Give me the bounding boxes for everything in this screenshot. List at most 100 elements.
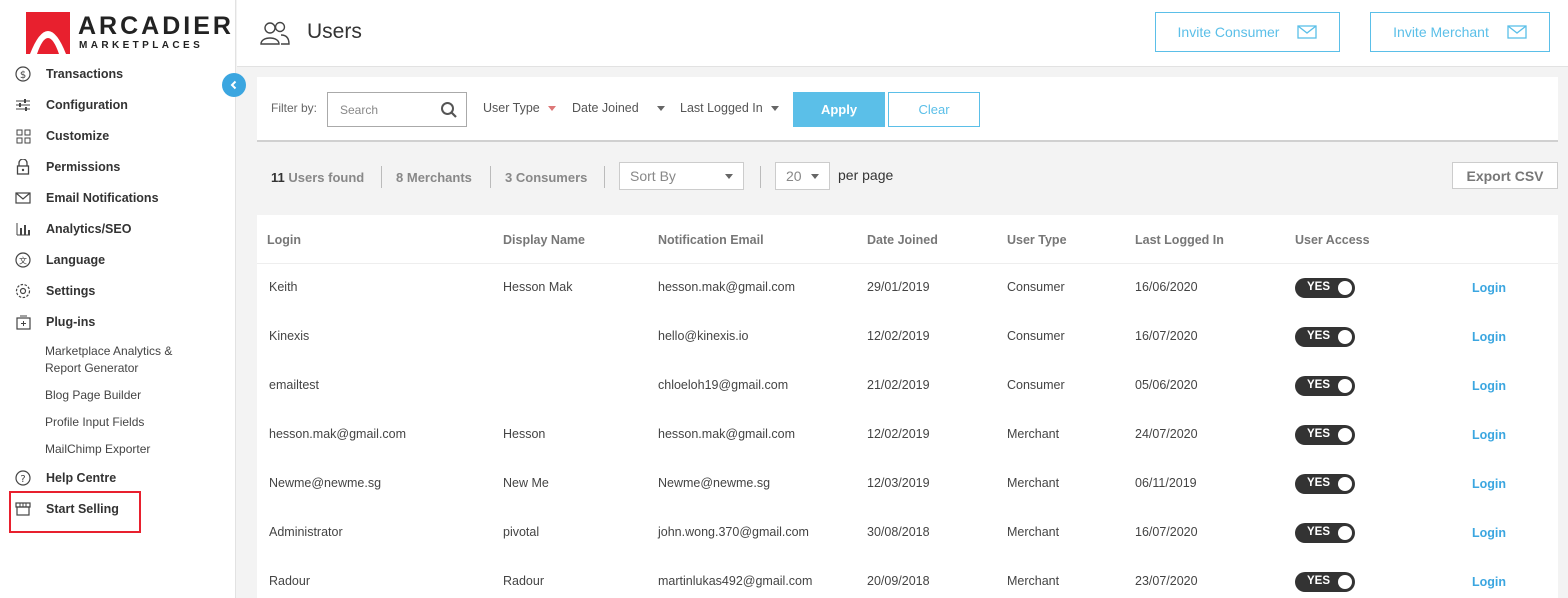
login-as-user-link[interactable]: Login <box>1472 281 1506 295</box>
cell-date-joined: 30/08/2018 <box>867 525 930 539</box>
translate-icon: 文 <box>14 251 32 269</box>
cell-login: Radour <box>269 574 310 588</box>
cell-last-logged-in: 16/07/2020 <box>1135 525 1198 539</box>
cell-last-logged-in: 24/07/2020 <box>1135 427 1198 441</box>
lock-icon <box>14 158 32 176</box>
search-input[interactable] <box>328 93 428 126</box>
user-access-toggle[interactable]: YES <box>1295 327 1355 347</box>
chevron-down-icon <box>725 173 733 179</box>
sidebar-item-label: Help Centre <box>46 471 117 485</box>
arcadier-logo[interactable]: ARCADIER MARKETPLACES <box>26 12 231 54</box>
user-access-toggle[interactable]: YES <box>1295 523 1355 543</box>
sidebar: ARCADIER MARKETPLACES $ Transactions Con… <box>0 0 236 598</box>
login-as-user-link[interactable]: Login <box>1472 330 1506 344</box>
sidebar-collapse-button[interactable] <box>222 73 246 97</box>
sidebar-item-email-notifications[interactable]: Email Notifications <box>14 187 224 209</box>
column-header-display-name[interactable]: Display Name <box>503 233 585 247</box>
column-header-last-logged-in[interactable]: Last Logged In <box>1135 233 1224 247</box>
grid-icon <box>14 127 32 145</box>
cell-email: hello@kinexis.io <box>658 329 749 343</box>
invite-merchant-label: Invite Merchant <box>1393 24 1489 40</box>
user-type-dropdown[interactable]: User Type <box>483 101 556 115</box>
consumers-count-filter[interactable]: 3 Consumers <box>505 170 587 185</box>
login-as-user-link[interactable]: Login <box>1472 477 1506 491</box>
user-access-toggle[interactable]: YES <box>1295 572 1355 592</box>
envelope-icon <box>1297 25 1318 39</box>
sidebar-item-label: Settings <box>46 284 96 298</box>
toggle-knob <box>1338 428 1352 442</box>
divider <box>760 166 761 188</box>
sidebar-item-transactions[interactable]: $ Transactions <box>14 63 224 85</box>
cell-date-joined: 20/09/2018 <box>867 574 930 588</box>
sidebar-item-settings[interactable]: Settings <box>14 280 224 302</box>
sidebar-item-help-centre[interactable]: ? Help Centre <box>14 467 224 489</box>
logo-wordmark: ARCADIER <box>78 12 234 40</box>
last-logged-in-dropdown[interactable]: Last Logged In <box>680 101 779 115</box>
sidebar-plugin-marketplace-analytics[interactable]: Marketplace Analytics & Report Generator <box>45 343 185 377</box>
user-access-toggle[interactable]: YES <box>1295 278 1355 298</box>
users-found-count: 11 Users found <box>271 170 364 185</box>
apply-button[interactable]: Apply <box>793 92 885 127</box>
cell-display-name: pivotal <box>503 525 540 539</box>
user-access-toggle[interactable]: YES <box>1295 376 1355 396</box>
search-icon[interactable] <box>440 101 458 122</box>
merchants-count-filter[interactable]: 8 Merchants <box>396 170 472 185</box>
cell-login: Kinexis <box>269 329 310 343</box>
login-as-user-link[interactable]: Login <box>1472 526 1506 540</box>
gear-icon <box>14 282 32 300</box>
column-header-login[interactable]: Login <box>267 233 301 247</box>
cell-login: Newme@newme.sg <box>269 476 382 490</box>
login-as-user-link[interactable]: Login <box>1472 428 1506 442</box>
sidebar-item-configuration[interactable]: Configuration <box>14 94 224 116</box>
user-access-toggle[interactable]: YES <box>1295 474 1355 494</box>
login-as-user-link[interactable]: Login <box>1472 379 1506 393</box>
export-csv-button[interactable]: Export CSV <box>1452 162 1558 189</box>
date-joined-dropdown[interactable]: Date Joined <box>572 101 665 115</box>
svg-text:?: ? <box>20 474 25 485</box>
cell-email: Newme@newme.sg <box>658 476 771 490</box>
last-logged-in-label: Last Logged In <box>680 101 763 115</box>
invite-consumer-button[interactable]: Invite Consumer <box>1155 12 1340 52</box>
chevron-down-icon <box>547 105 556 111</box>
toggle-label: YES <box>1307 477 1331 489</box>
page-size-select[interactable]: 20 <box>775 162 830 190</box>
sidebar-item-customize[interactable]: Customize <box>14 125 224 147</box>
column-header-date-joined[interactable]: Date Joined <box>867 233 938 247</box>
clear-button[interactable]: Clear <box>888 92 980 127</box>
sidebar-item-analytics-seo[interactable]: Analytics/SEO <box>14 218 224 240</box>
invite-consumer-label: Invite Consumer <box>1177 24 1280 40</box>
sidebar-item-language[interactable]: 文 Language <box>14 249 224 271</box>
cell-login: hesson.mak@gmail.com <box>269 427 407 441</box>
sidebar-plugin-blog-page-builder[interactable]: Blog Page Builder <box>45 387 141 404</box>
sidebar-item-label: Transactions <box>46 67 124 81</box>
start-selling-highlight-box <box>9 491 141 533</box>
column-header-user-access[interactable]: User Access <box>1295 233 1370 247</box>
toggle-label: YES <box>1307 379 1331 391</box>
cell-email: hesson.mak@gmail.com <box>658 280 796 294</box>
user-access-toggle[interactable]: YES <box>1295 425 1355 445</box>
column-header-notification-email[interactable]: Notification Email <box>658 233 764 247</box>
page-header: Users Invite Consumer Invite Merchant <box>237 0 1568 67</box>
help-circle-icon: ? <box>14 469 32 487</box>
dollar-circle-icon: $ <box>14 65 32 83</box>
user-type-label: User Type <box>483 101 540 115</box>
sidebar-plugin-profile-input-fields[interactable]: Profile Input Fields <box>45 414 144 431</box>
cell-last-logged-in: 05/06/2020 <box>1135 378 1198 392</box>
arcadier-logo-icon <box>26 12 70 54</box>
table-row: hesson.mak@gmail.com Hesson hesson.mak@g… <box>257 411 1558 460</box>
sidebar-plugin-mailchimp-exporter[interactable]: MailChimp Exporter <box>45 441 150 458</box>
sidebar-item-permissions[interactable]: Permissions <box>14 156 224 178</box>
users-table: Login Display Name Notification Email Da… <box>257 215 1558 598</box>
cell-display-name: Hesson Mak <box>503 280 573 294</box>
cell-login: emailtest <box>269 378 320 392</box>
svg-text:$: $ <box>20 70 26 81</box>
invite-merchant-button[interactable]: Invite Merchant <box>1370 12 1550 52</box>
cell-email: john.wong.370@gmail.com <box>658 525 809 539</box>
column-header-user-type[interactable]: User Type <box>1007 233 1067 247</box>
sidebar-item-label: Plug-ins <box>46 315 96 329</box>
sidebar-item-plugins[interactable]: Plug-ins <box>14 311 224 333</box>
sort-by-select[interactable]: Sort By <box>619 162 744 190</box>
login-as-user-link[interactable]: Login <box>1472 575 1506 589</box>
toggle-knob <box>1338 330 1352 344</box>
cell-last-logged-in: 23/07/2020 <box>1135 574 1198 588</box>
